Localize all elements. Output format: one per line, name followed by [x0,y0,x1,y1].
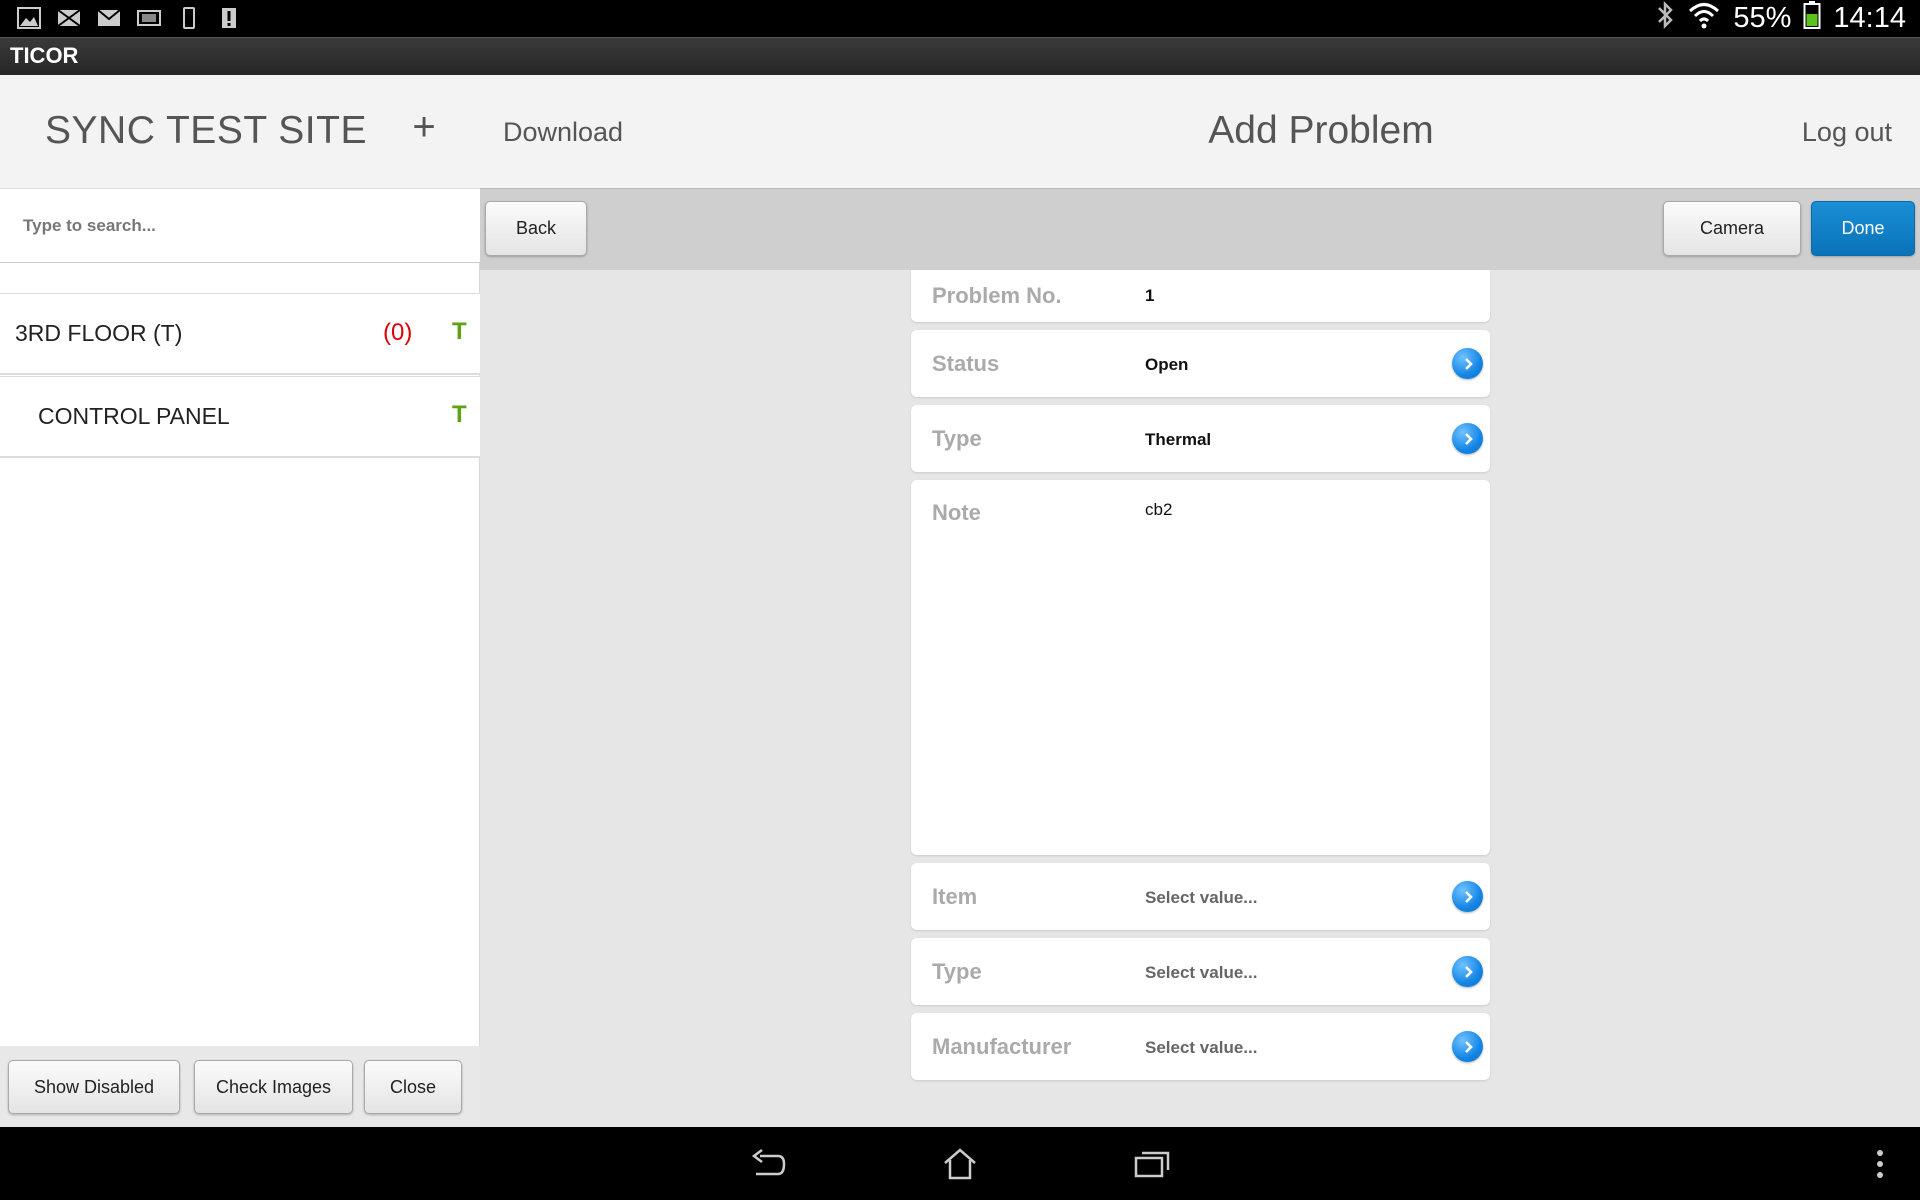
sidebar: SYNC TEST SITE + 3RD FLOOR (T) (0) T CON… [0,75,480,1127]
status-field[interactable]: Status Open [911,330,1490,397]
search-box [0,188,480,263]
field-placeholder: Select value... [1145,963,1258,982]
field-label: Manufacturer [932,1034,1072,1059]
back-nav-icon[interactable] [746,1145,790,1183]
chevron-right-icon[interactable] [1452,956,1483,987]
phone-icon [176,6,202,30]
field-placeholder: Select value... [1145,1038,1258,1057]
overflow-menu-icon[interactable] [1860,1145,1900,1183]
tree-item-3rd-floor[interactable]: 3RD FLOOR (T) (0) T [0,293,480,375]
item-field[interactable]: Item Select value... [911,863,1490,930]
clock: 14:14 [1833,2,1906,34]
field-value: Open [1145,355,1189,374]
field-value: Thermal [1145,430,1212,449]
toolbar: Back Camera Done [480,188,1920,270]
back-button[interactable]: Back [485,201,587,256]
battery-percent: 55% [1733,2,1792,34]
add-site-button[interactable]: + [404,105,444,153]
sidebar-footer: Show Disabled Check Images Close [0,1046,480,1127]
problem-count-badge: (0) [383,319,413,346]
chevron-right-icon[interactable] [1452,423,1483,454]
status-flag: T [452,318,467,345]
system-navigation-bar [0,1127,1920,1200]
chevron-right-icon[interactable] [1452,348,1483,379]
close-button[interactable]: Close [364,1060,462,1114]
field-label: Problem No. [932,283,1062,308]
problem-no-field: Problem No. 1 [911,270,1490,322]
site-title: SYNC TEST SITE [45,109,367,152]
status-flag: T [452,401,467,428]
chevron-right-icon[interactable] [1452,881,1483,912]
tree-item-label: CONTROL PANEL [38,403,230,429]
field-value: 1 [1145,286,1155,305]
note-field[interactable]: Note cb2 [911,480,1490,855]
show-disabled-button[interactable]: Show Disabled [8,1060,180,1114]
check-images-button[interactable]: Check Images [194,1060,353,1114]
sidebar-header: SYNC TEST SITE + [0,75,480,188]
home-nav-icon[interactable] [938,1145,982,1183]
tree-item-control-panel[interactable]: CONTROL PANEL T [0,376,480,458]
note-textarea[interactable]: cb2 [1145,500,1172,520]
status-bar: 55% 14:14 [0,0,1920,37]
battery-icon [1803,0,1821,38]
field-label: Type [932,959,982,984]
field-label: Note [932,500,981,525]
bluetooth-icon [1655,0,1675,38]
camera-button[interactable]: Camera [1663,201,1801,256]
type-field[interactable]: Type Thermal [911,405,1490,472]
notification-icons [16,6,242,30]
item-type-field[interactable]: Type Select value... [911,938,1490,1005]
page-title: Add Problem [1208,109,1434,152]
wifi-icon [1687,0,1721,38]
app-title: TICOR [10,43,79,68]
main-header: Download Add Problem Log out [480,75,1920,188]
chevron-right-icon[interactable] [1452,1031,1483,1062]
logout-link[interactable]: Log out [1802,117,1892,148]
email-icon [96,6,122,30]
field-label: Item [932,884,978,909]
app-title-bar: TICOR [0,37,1920,75]
done-button[interactable]: Done [1811,201,1915,256]
mail-icon [56,6,82,30]
field-label: Status [932,351,1000,376]
gallery-icon [16,6,42,30]
manufacturer-field[interactable]: Manufacturer Select value... [911,1013,1490,1080]
field-label: Type [932,426,982,451]
sd-warning-icon [216,6,242,30]
main-panel: Download Add Problem Log out Back Camera… [480,75,1920,1127]
tree-item-label: 3RD FLOOR (T) [15,320,183,346]
screen-icon [136,6,162,30]
field-placeholder: Select value... [1145,888,1258,907]
recent-apps-icon[interactable] [1130,1145,1174,1183]
search-input[interactable] [1,189,479,262]
